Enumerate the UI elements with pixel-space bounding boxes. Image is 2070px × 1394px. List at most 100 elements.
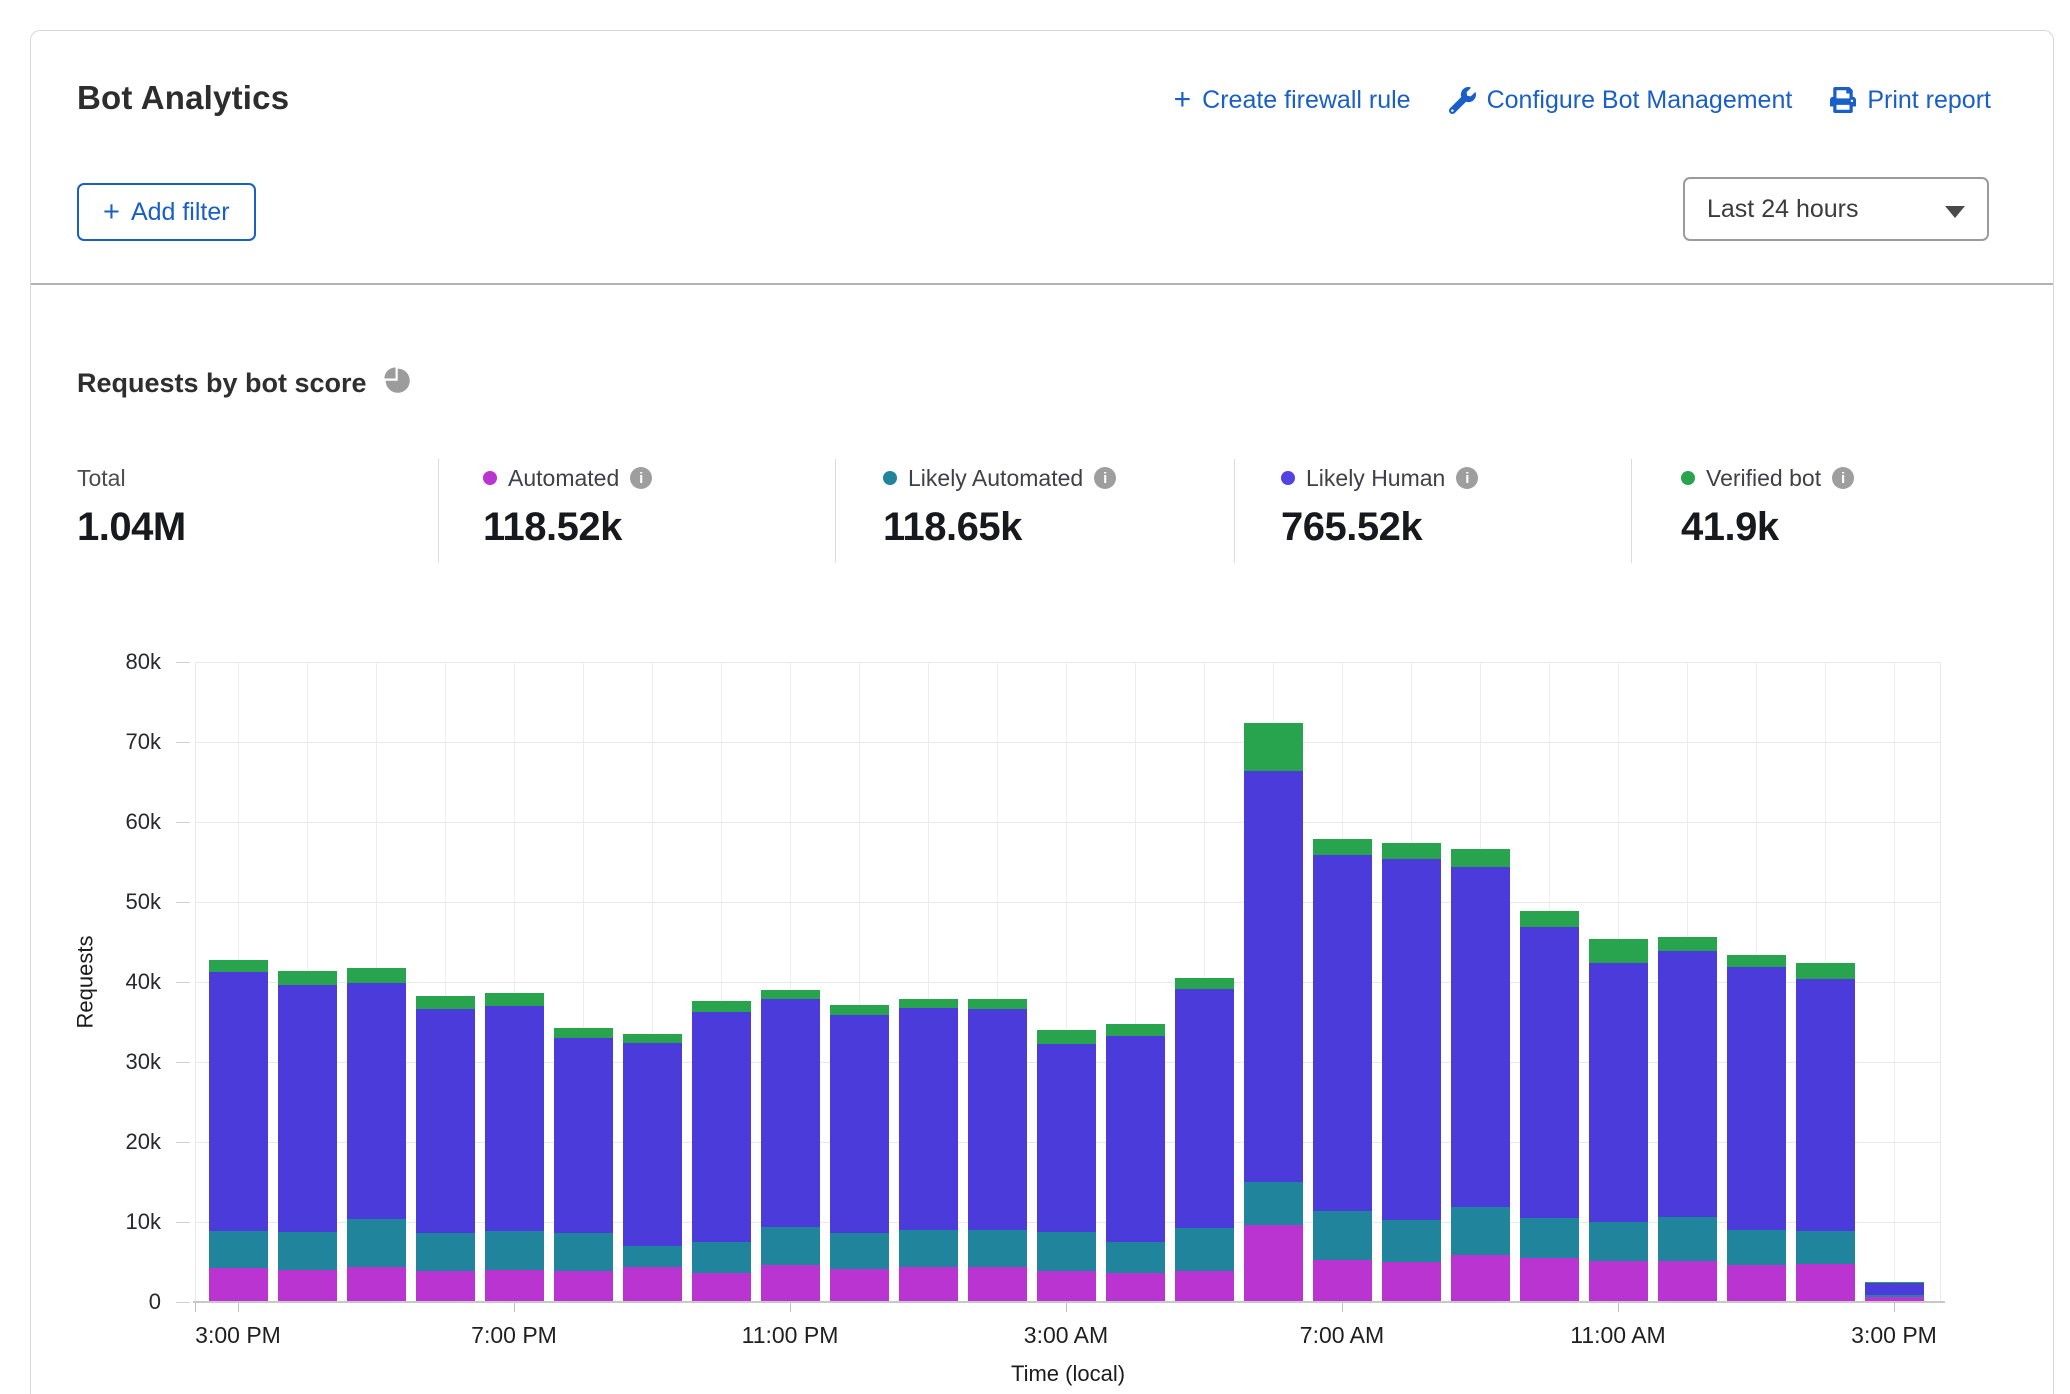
info-icon[interactable]: i: [1094, 467, 1116, 489]
bar-segment-verified-bot: [278, 971, 337, 985]
bar-segment-likely-human: [1865, 1283, 1924, 1296]
bar-segment-likely-human: [1589, 963, 1648, 1222]
bar-column[interactable]: [1382, 843, 1441, 1301]
bar-column[interactable]: [278, 971, 337, 1301]
info-icon[interactable]: i: [1456, 467, 1478, 489]
bar-segment-likely-automated: [1658, 1217, 1717, 1260]
bar-column[interactable]: [692, 1001, 751, 1301]
bar-segment-automated: [1658, 1261, 1717, 1301]
bar-column[interactable]: [1106, 1024, 1165, 1301]
bar-segment-automated: [761, 1265, 820, 1301]
section-title-label: Requests by bot score: [77, 368, 367, 399]
stat-automated-value: 118.52k: [483, 505, 652, 550]
bar-column[interactable]: [554, 1028, 613, 1301]
bar-column[interactable]: [1658, 937, 1717, 1301]
bar-segment-likely-human: [1520, 927, 1579, 1218]
bar-segment-likely-human: [1796, 979, 1855, 1231]
bar-segment-automated: [968, 1267, 1027, 1301]
bar-column[interactable]: [209, 960, 268, 1301]
bar-column[interactable]: [1451, 849, 1510, 1301]
bar-column[interactable]: [1796, 963, 1855, 1301]
bar-column[interactable]: [1244, 723, 1303, 1301]
bar-column[interactable]: [1037, 1030, 1096, 1301]
bar-segment-verified-bot: [1382, 843, 1441, 860]
bar-segment-likely-automated: [416, 1233, 475, 1271]
info-icon[interactable]: i: [630, 467, 652, 489]
bar-segment-likely-automated: [1451, 1207, 1510, 1255]
y-tick-label: 40k: [73, 969, 161, 995]
bar-column[interactable]: [761, 990, 820, 1301]
bar-segment-verified-bot: [1244, 723, 1303, 771]
x-tick: [195, 1303, 196, 1312]
bar-segment-automated: [485, 1270, 544, 1301]
x-tick-label: 3:00 AM: [981, 1322, 1151, 1349]
bar-segment-automated: [1727, 1265, 1786, 1301]
create-firewall-rule-link[interactable]: + Create firewall rule: [1174, 86, 1411, 115]
bar-column[interactable]: [347, 968, 406, 1301]
bar-column[interactable]: [1175, 978, 1234, 1301]
timeframe-select[interactable]: Last 24 hours: [1683, 177, 1989, 241]
print-report-link[interactable]: Print report: [1830, 86, 1991, 115]
x-tick: [238, 1303, 239, 1312]
bar-column[interactable]: [416, 996, 475, 1301]
stat-likely-automated: Likely Automated i 118.65k: [883, 463, 1116, 550]
bar-segment-verified-bot: [1451, 849, 1510, 867]
bar-segment-likely-human: [1658, 951, 1717, 1217]
x-axis-line: [193, 1301, 1945, 1303]
bar-segment-automated: [209, 1268, 268, 1301]
y-tick: [176, 662, 190, 663]
y-tick-label: 10k: [73, 1209, 161, 1235]
y-tick-label: 80k: [73, 649, 161, 675]
pie-chart-icon: [382, 365, 411, 401]
bar-segment-automated: [692, 1273, 751, 1301]
header-actions: + Create firewall rule Configure Bot Man…: [1174, 83, 1991, 117]
bar-segment-likely-automated: [554, 1233, 613, 1271]
bar-segment-verified-bot: [1175, 978, 1234, 989]
printer-icon: [1830, 87, 1856, 113]
bar-column[interactable]: [485, 993, 544, 1301]
bar-column[interactable]: [623, 1034, 682, 1301]
add-filter-button[interactable]: + Add filter: [77, 183, 256, 241]
bar-segment-verified-bot: [1313, 839, 1372, 855]
bar-segment-likely-automated: [830, 1233, 889, 1269]
bar-segment-likely-automated: [1244, 1182, 1303, 1225]
bar-column[interactable]: [1313, 839, 1372, 1301]
bar-segment-verified-bot: [485, 993, 544, 1006]
bar-column[interactable]: [899, 999, 958, 1301]
bar-column[interactable]: [1865, 1282, 1924, 1301]
bar-segment-likely-automated: [1313, 1211, 1372, 1259]
y-tick: [176, 1302, 190, 1303]
y-tick-label: 0: [73, 1289, 161, 1315]
bar-segment-automated: [554, 1271, 613, 1301]
bar-column[interactable]: [1589, 939, 1648, 1301]
bar-segment-likely-human: [1244, 771, 1303, 1182]
bar-column[interactable]: [1520, 911, 1579, 1301]
bar-segment-automated: [1796, 1264, 1855, 1301]
bar-segment-likely-automated: [761, 1227, 820, 1266]
y-tick: [176, 902, 190, 903]
header-divider: [31, 283, 2053, 285]
x-tick-label: 3:00 PM: [1809, 1322, 1979, 1349]
bar-segment-likely-automated: [1796, 1231, 1855, 1264]
bar-segment-likely-human: [209, 972, 268, 1230]
stat-likely-automated-value: 118.65k: [883, 505, 1116, 550]
plus-icon: +: [103, 196, 120, 229]
configure-bot-management-link[interactable]: Configure Bot Management: [1449, 86, 1793, 115]
plus-icon: +: [1174, 87, 1192, 113]
bar-segment-automated: [1175, 1271, 1234, 1301]
bar-column[interactable]: [830, 1005, 889, 1301]
bar-segment-likely-automated: [968, 1230, 1027, 1267]
bar-segment-likely-human: [761, 999, 820, 1226]
bar-segment-automated: [347, 1267, 406, 1301]
bar-segment-verified-bot: [1037, 1030, 1096, 1044]
bar-segment-likely-human: [968, 1009, 1027, 1230]
x-tick-label: 11:00 PM: [705, 1322, 875, 1349]
bar-segment-likely-automated: [1589, 1222, 1648, 1261]
bar-column[interactable]: [968, 999, 1027, 1301]
stat-divider: [1234, 459, 1235, 563]
bar-column[interactable]: [1727, 955, 1786, 1301]
info-icon[interactable]: i: [1832, 467, 1854, 489]
x-tick-label: 3:00 PM: [153, 1322, 323, 1349]
bar-segment-automated: [1589, 1261, 1648, 1301]
h-gridline: [195, 662, 1941, 663]
